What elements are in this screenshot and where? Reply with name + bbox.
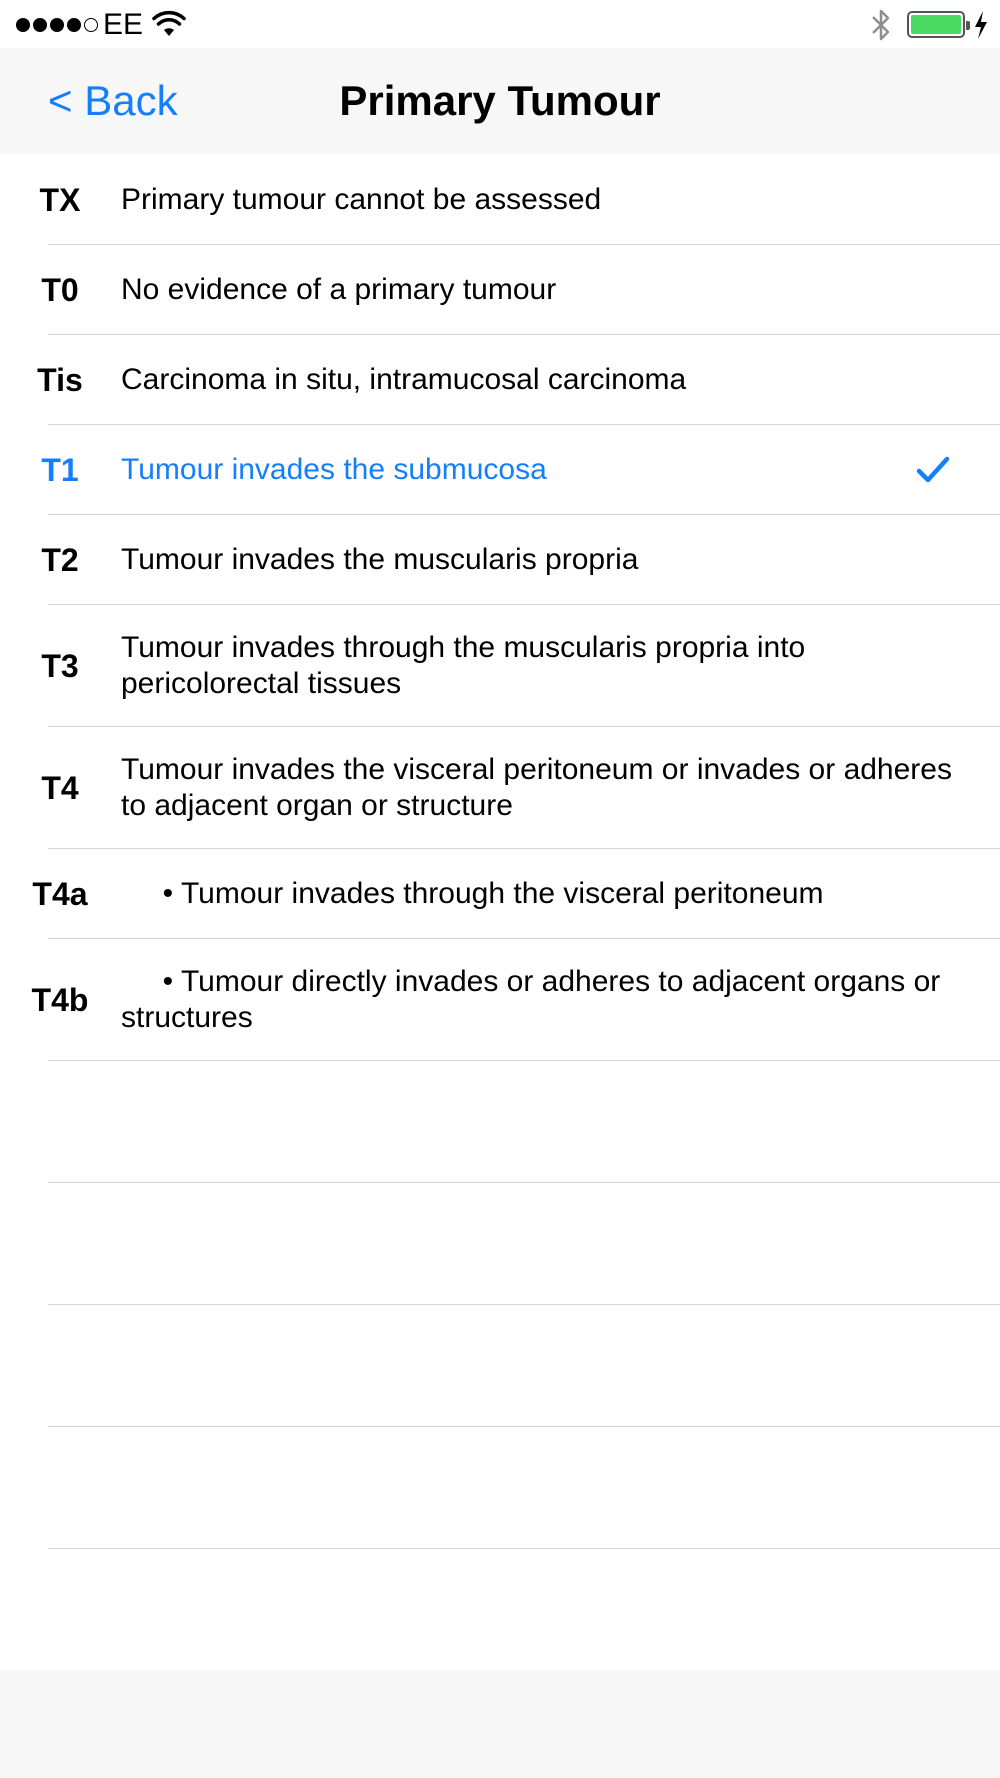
stage-description: Tumour invades the visceral peritoneum o… <box>121 753 952 822</box>
carrier-name: EE <box>103 8 144 41</box>
stage-code: TX <box>39 181 81 218</box>
stage-description: Tumour invades the submucosa <box>121 453 547 486</box>
stage-code: T1 <box>41 451 79 488</box>
empty-row <box>0 1183 1000 1305</box>
stage-row-t0[interactable]: T0 No evidence of a primary tumour <box>0 245 1000 335</box>
stage-description-container: Tumour invades the visceral peritoneum o… <box>121 727 960 849</box>
empty-row <box>0 1427 1000 1549</box>
stage-code: T4 <box>41 769 79 806</box>
stage-row-t2[interactable]: T2 Tumour invades the muscularis propria <box>0 515 1000 605</box>
stage-code: Tis <box>37 361 83 398</box>
stage-description: Tumour invades the muscularis propria <box>121 543 639 576</box>
stage-row-t4a[interactable]: T4a • Tumour invades through the viscera… <box>0 849 1000 939</box>
page-title: Primary Tumour <box>339 77 661 124</box>
signal-strength-icon <box>16 17 98 33</box>
charging-bolt-icon <box>975 11 987 39</box>
navigation-bar: < Back Primary Tumour <box>0 48 1000 154</box>
stage-description: • Tumour invades through the visceral pe… <box>121 877 824 910</box>
screen: EE < Back Primary Tumour TX Primary tumou… <box>0 0 1000 1778</box>
stage-row-tis[interactable]: Tis Carcinoma in situ, intramucosal carci… <box>0 335 1000 425</box>
battery-icon <box>907 11 970 38</box>
wifi-icon <box>152 10 186 36</box>
bottom-toolbar <box>0 1670 1000 1778</box>
stage-row-t3[interactable]: T3 Tumour invades through the muscularis … <box>0 605 1000 727</box>
stage-row-t4b[interactable]: T4b • Tumour directly invades or adheres… <box>0 939 1000 1061</box>
stage-description: No evidence of a primary tumour <box>121 273 557 306</box>
stage-row-t4[interactable]: T4 Tumour invades the visceral peritoneum… <box>0 727 1000 849</box>
empty-row <box>0 1061 1000 1183</box>
stage-description: Primary tumour cannot be assessed <box>121 183 602 216</box>
stage-description-container: No evidence of a primary tumour <box>121 245 960 335</box>
stage-description-container: • Tumour invades through the visceral pe… <box>121 849 960 939</box>
stage-description-container: • Tumour directly invades or adheres to … <box>121 939 960 1061</box>
stage-row-tx[interactable]: TX Primary tumour cannot be assessed <box>0 155 1000 245</box>
bluetooth-icon <box>872 9 890 41</box>
tumour-stage-list: TX Primary tumour cannot be assessed T0 No … <box>0 155 1000 1549</box>
stage-code: T2 <box>41 541 79 578</box>
stage-row-t1[interactable]: T1 Tumour invades the submucosa <box>0 425 1000 515</box>
checkmark-icon <box>916 456 950 483</box>
stage-code: T4b <box>31 981 89 1018</box>
stage-description-container: Tumour invades the muscularis propria <box>121 515 960 605</box>
stage-description: Tumour invades through the muscularis pr… <box>121 631 806 700</box>
status-bar: EE <box>0 0 1000 48</box>
row-separator <box>48 1548 1000 1549</box>
stage-code: T0 <box>41 271 79 308</box>
stage-description: • Tumour directly invades or adheres to … <box>121 965 941 1034</box>
stage-description-container: Primary tumour cannot be assessed <box>121 155 960 245</box>
stage-code: T3 <box>41 647 79 684</box>
stage-description-container: Tumour invades through the muscularis pr… <box>121 605 960 727</box>
stage-description: Carcinoma in situ, intramucosal carcinom… <box>121 363 687 396</box>
stage-description-container: Carcinoma in situ, intramucosal carcinom… <box>121 335 960 425</box>
stage-code: T4a <box>32 875 88 912</box>
stage-description-container: Tumour invades the submucosa <box>121 425 960 515</box>
empty-row <box>0 1305 1000 1427</box>
